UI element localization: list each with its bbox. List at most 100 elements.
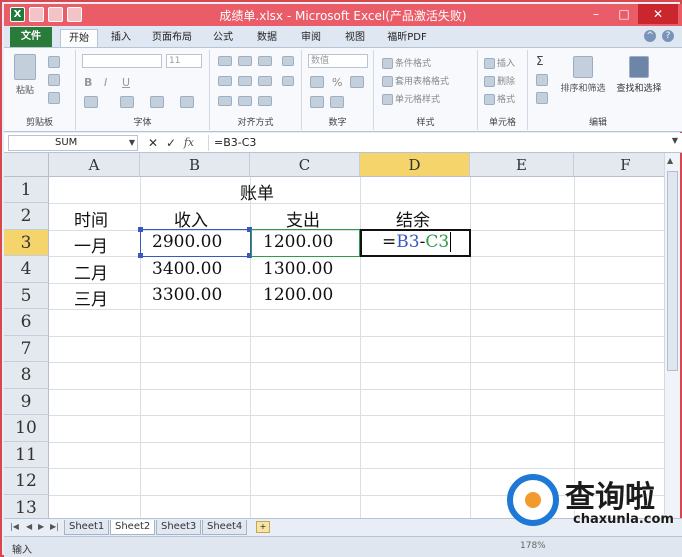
row-header-9[interactable]: 9 [4, 389, 49, 415]
tab-review[interactable]: 审阅 [294, 29, 328, 47]
increase-decimal-icon[interactable] [310, 96, 324, 108]
format-cells-button[interactable]: 格式 [484, 92, 515, 105]
scroll-thumb[interactable] [667, 171, 678, 371]
currency-icon[interactable] [310, 76, 324, 88]
align-middle-icon[interactable] [238, 56, 252, 66]
sheet-title-cell[interactable]: 账单 [240, 179, 274, 204]
insert-function-icon[interactable]: fx [182, 135, 196, 151]
sheet-tab-sheet4[interactable]: Sheet4 [202, 520, 248, 535]
table-cell-month[interactable]: 一月 [74, 232, 108, 257]
row-header-5[interactable]: 5 [4, 283, 49, 309]
table-cell-month[interactable]: 三月 [74, 285, 108, 310]
maximize-button[interactable]: □ [610, 4, 638, 24]
font-name-select[interactable] [82, 54, 162, 68]
column-header-d[interactable]: D [360, 153, 470, 177]
tab-foxit-pdf[interactable]: 福昕PDF [382, 29, 432, 47]
align-left-icon[interactable] [218, 76, 232, 86]
row-header-8[interactable]: 8 [4, 362, 49, 389]
italic-button[interactable]: I [104, 76, 107, 89]
table-cell-expense[interactable]: 1200.00 [263, 285, 333, 305]
sheet-tab-sheet1[interactable]: Sheet1 [64, 520, 110, 535]
row-header-10[interactable]: 10 [4, 415, 49, 442]
prev-sheet-icon[interactable]: ◀ [26, 522, 32, 531]
insert-cells-button[interactable]: 插入 [484, 56, 515, 69]
cell-edit-formula[interactable]: =B3-C3 [382, 232, 452, 252]
column-header-e[interactable]: E [470, 153, 574, 177]
phonetic-icon[interactable] [180, 96, 194, 108]
font-size-select[interactable]: 11 [166, 54, 202, 68]
row-header-3[interactable]: 3 [4, 230, 49, 256]
sort-filter-button[interactable]: 排序和筛选 [556, 56, 610, 94]
name-box[interactable]: SUM ▼ [8, 135, 138, 151]
delete-cells-button[interactable]: 删除 [484, 74, 515, 87]
merge-center-icon[interactable] [282, 76, 294, 86]
first-sheet-icon[interactable]: |◀ [10, 522, 19, 531]
table-cell-month[interactable]: 二月 [74, 259, 108, 284]
column-header-b[interactable]: B [140, 153, 250, 177]
expand-formula-bar-icon[interactable]: ▼ [672, 136, 678, 145]
column-header-c[interactable]: C [250, 153, 360, 177]
align-bottom-icon[interactable] [258, 56, 272, 66]
fill-color-icon[interactable] [120, 96, 134, 108]
cell-styles-button[interactable]: 单元格样式 [382, 92, 440, 105]
column-header-a[interactable]: A [49, 153, 140, 177]
clear-icon[interactable] [536, 92, 548, 104]
close-button[interactable]: ✕ [638, 4, 678, 24]
minimize-ribbon-icon[interactable]: ^ [644, 30, 656, 42]
last-sheet-icon[interactable]: ▶| [50, 522, 59, 531]
border-icon[interactable] [84, 96, 98, 108]
sheet-tab-sheet2[interactable]: Sheet2 [110, 520, 156, 535]
header-cell-time[interactable]: 时间 [74, 206, 108, 231]
align-right-icon[interactable] [258, 76, 272, 86]
increase-indent-icon[interactable] [238, 96, 252, 106]
format-as-table-button[interactable]: 套用表格格式 [382, 74, 449, 87]
name-box-dropdown-icon[interactable]: ▼ [129, 136, 135, 150]
conditional-formatting-button[interactable]: 条件格式 [382, 56, 431, 69]
copy-icon[interactable] [48, 74, 60, 86]
tab-file[interactable]: 文件 [10, 27, 52, 47]
format-painter-icon[interactable] [48, 92, 60, 104]
row-header-12[interactable]: 12 [4, 468, 49, 495]
row-header-7[interactable]: 7 [4, 336, 49, 362]
select-all-corner[interactable] [4, 153, 49, 177]
tab-data[interactable]: 数据 [250, 29, 284, 47]
bold-button[interactable]: B [84, 76, 92, 89]
wrap-text-icon[interactable] [282, 56, 294, 66]
tab-page-layout[interactable]: 页面布局 [146, 29, 198, 47]
scroll-up-icon[interactable]: ▲ [667, 156, 673, 165]
column-header-f[interactable]: F [574, 153, 664, 177]
zoom-level[interactable]: 178% [520, 541, 546, 551]
row-header-2[interactable]: 2 [4, 203, 49, 230]
row-header-6[interactable]: 6 [4, 309, 49, 336]
align-top-icon[interactable] [218, 56, 232, 66]
header-cell-income[interactable]: 收入 [174, 206, 208, 231]
insert-sheet-icon[interactable]: + [256, 521, 270, 533]
row-header-4[interactable]: 4 [4, 256, 49, 283]
minimize-button[interactable]: – [582, 4, 610, 24]
find-select-button[interactable]: 查找和选择 [612, 56, 666, 94]
percent-button[interactable]: % [332, 76, 342, 89]
reference-handle[interactable] [138, 253, 143, 258]
vertical-scrollbar[interactable]: ▲ [664, 153, 680, 518]
formula-input[interactable]: =B3-C3 [208, 135, 662, 151]
cancel-icon[interactable]: ✕ [146, 135, 160, 151]
number-format-select[interactable]: 数值 [308, 54, 368, 68]
tab-view[interactable]: 视图 [338, 29, 372, 47]
cut-icon[interactable] [48, 56, 60, 68]
header-cell-expense[interactable]: 支出 [286, 206, 320, 231]
font-color-icon[interactable] [150, 96, 164, 108]
decrease-indent-icon[interactable] [218, 96, 232, 106]
tab-formulas[interactable]: 公式 [206, 29, 240, 47]
table-cell-income[interactable]: 3400.00 [152, 259, 222, 279]
header-cell-balance[interactable]: 结余 [396, 206, 430, 231]
table-cell-income[interactable]: 3300.00 [152, 285, 222, 305]
sheet-tab-sheet3[interactable]: Sheet3 [156, 520, 202, 535]
reference-handle[interactable] [138, 227, 143, 232]
decrease-decimal-icon[interactable] [330, 96, 344, 108]
underline-button[interactable]: U [122, 76, 130, 89]
tab-home[interactable]: 开始 [60, 29, 98, 47]
enter-icon[interactable]: ✓ [164, 135, 178, 151]
comma-style-icon[interactable] [350, 76, 364, 88]
orientation-icon[interactable] [258, 96, 272, 106]
row-header-1[interactable]: 1 [4, 177, 49, 203]
